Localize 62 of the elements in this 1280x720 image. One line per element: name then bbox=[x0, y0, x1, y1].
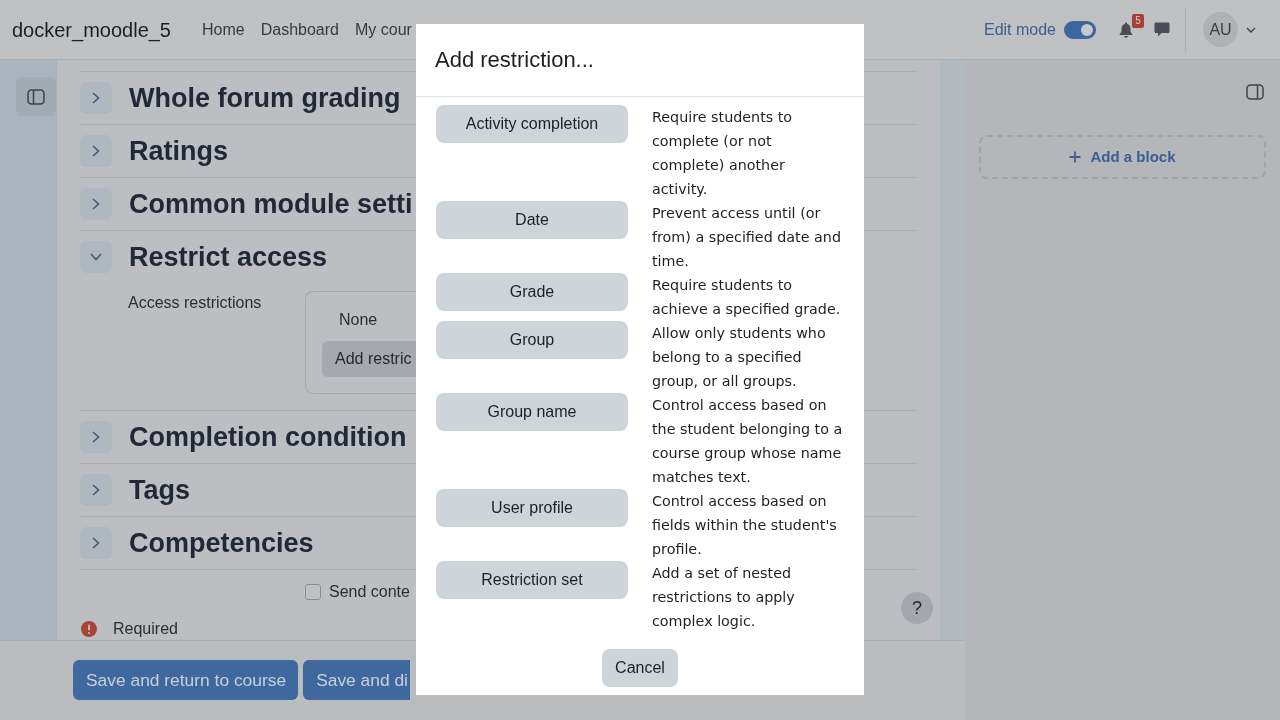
checkbox[interactable] bbox=[305, 584, 321, 600]
exclamation-icon bbox=[81, 621, 97, 637]
section-toggle[interactable] bbox=[80, 421, 112, 453]
help-button[interactable]: ? bbox=[901, 592, 933, 624]
section-heading: Tags bbox=[129, 474, 190, 507]
nav-link[interactable]: Home bbox=[202, 17, 245, 42]
save-button[interactable]: Save and return to course bbox=[73, 660, 299, 700]
field-label: Access restrictions bbox=[128, 293, 263, 313]
required-note: Required bbox=[113, 620, 178, 638]
modal-title: Add restriction... bbox=[435, 46, 594, 74]
section-heading: Common module setti bbox=[129, 188, 413, 221]
add-restriction-button[interactable]: Add restric bbox=[322, 341, 416, 377]
section-toggle[interactable] bbox=[80, 135, 112, 167]
restriction-option-button[interactable]: User profile bbox=[436, 489, 628, 527]
bell-icon[interactable] bbox=[1119, 21, 1133, 38]
site-name[interactable]: docker_moodle_5 bbox=[12, 15, 171, 44]
restriction-option-button[interactable]: Grade bbox=[436, 273, 628, 311]
plus-icon bbox=[1069, 151, 1082, 163]
restriction-option-button[interactable]: Group name bbox=[436, 393, 628, 431]
course-index-toggle[interactable] bbox=[16, 77, 56, 116]
section-toggle[interactable] bbox=[80, 188, 112, 220]
restriction-option-button[interactable]: Activity completion bbox=[436, 105, 628, 143]
chevron-down-icon bbox=[90, 253, 102, 261]
chevron-right-icon bbox=[92, 92, 100, 104]
notification-badge: 5 bbox=[1132, 13, 1144, 28]
section-toggle[interactable] bbox=[80, 474, 112, 506]
chevron-right-icon bbox=[92, 484, 100, 496]
edit-mode-label: Edit mode bbox=[983, 19, 1056, 40]
user-avatar[interactable]: AU bbox=[1203, 12, 1238, 47]
section-heading: Restrict access bbox=[129, 241, 328, 274]
caret-down-icon[interactable] bbox=[1246, 26, 1256, 33]
save-button[interactable]: Save and di bbox=[303, 660, 410, 700]
option-description: Control access based on the student belonging to a course group whose name matches text. bbox=[652, 396, 844, 487]
section-heading: Completion condition bbox=[129, 421, 407, 454]
section-heading: Whole forum grading bbox=[129, 82, 401, 115]
restriction-option-button[interactable]: Group bbox=[436, 321, 628, 359]
panel-left-icon bbox=[27, 88, 45, 105]
section-toggle[interactable] bbox=[80, 82, 112, 114]
nav-link[interactable]: Dashboard bbox=[260, 17, 339, 42]
option-description: Prevent access until (or from) a specified date and time. bbox=[652, 204, 842, 271]
edit-mode-switch[interactable] bbox=[1064, 20, 1096, 39]
chevron-right-icon bbox=[92, 198, 100, 210]
panel-right-icon[interactable] bbox=[1246, 84, 1264, 100]
chat-bubble-icon[interactable] bbox=[1154, 22, 1170, 37]
checkbox-label: Send conte bbox=[329, 582, 410, 602]
section-toggle[interactable] bbox=[80, 241, 112, 273]
nav-link[interactable]: My cour bbox=[354, 17, 412, 42]
option-description: Add a set of nested restrictions to apply complex logic. bbox=[652, 564, 796, 631]
option-description: Require students to complete (or not complete) another activity. bbox=[652, 108, 794, 199]
section-heading: Ratings bbox=[129, 135, 228, 168]
chevron-right-icon bbox=[92, 431, 100, 443]
restriction-option-button[interactable]: Restriction set bbox=[436, 561, 628, 599]
cancel-button[interactable]: Cancel bbox=[602, 649, 678, 687]
chevron-right-icon bbox=[92, 537, 100, 549]
option-description: Require students to achieve a specified grade. bbox=[652, 276, 842, 319]
restrictions-value: None bbox=[339, 310, 378, 330]
option-description: Control access based on fields within the student's profile. bbox=[652, 492, 838, 559]
restriction-option-button[interactable]: Date bbox=[436, 201, 628, 239]
chevron-right-icon bbox=[92, 145, 100, 157]
section-toggle[interactable] bbox=[80, 527, 112, 559]
option-description: Allow only students who belong to a specified group, or all groups. bbox=[652, 324, 827, 391]
section-heading: Competencies bbox=[129, 527, 314, 560]
